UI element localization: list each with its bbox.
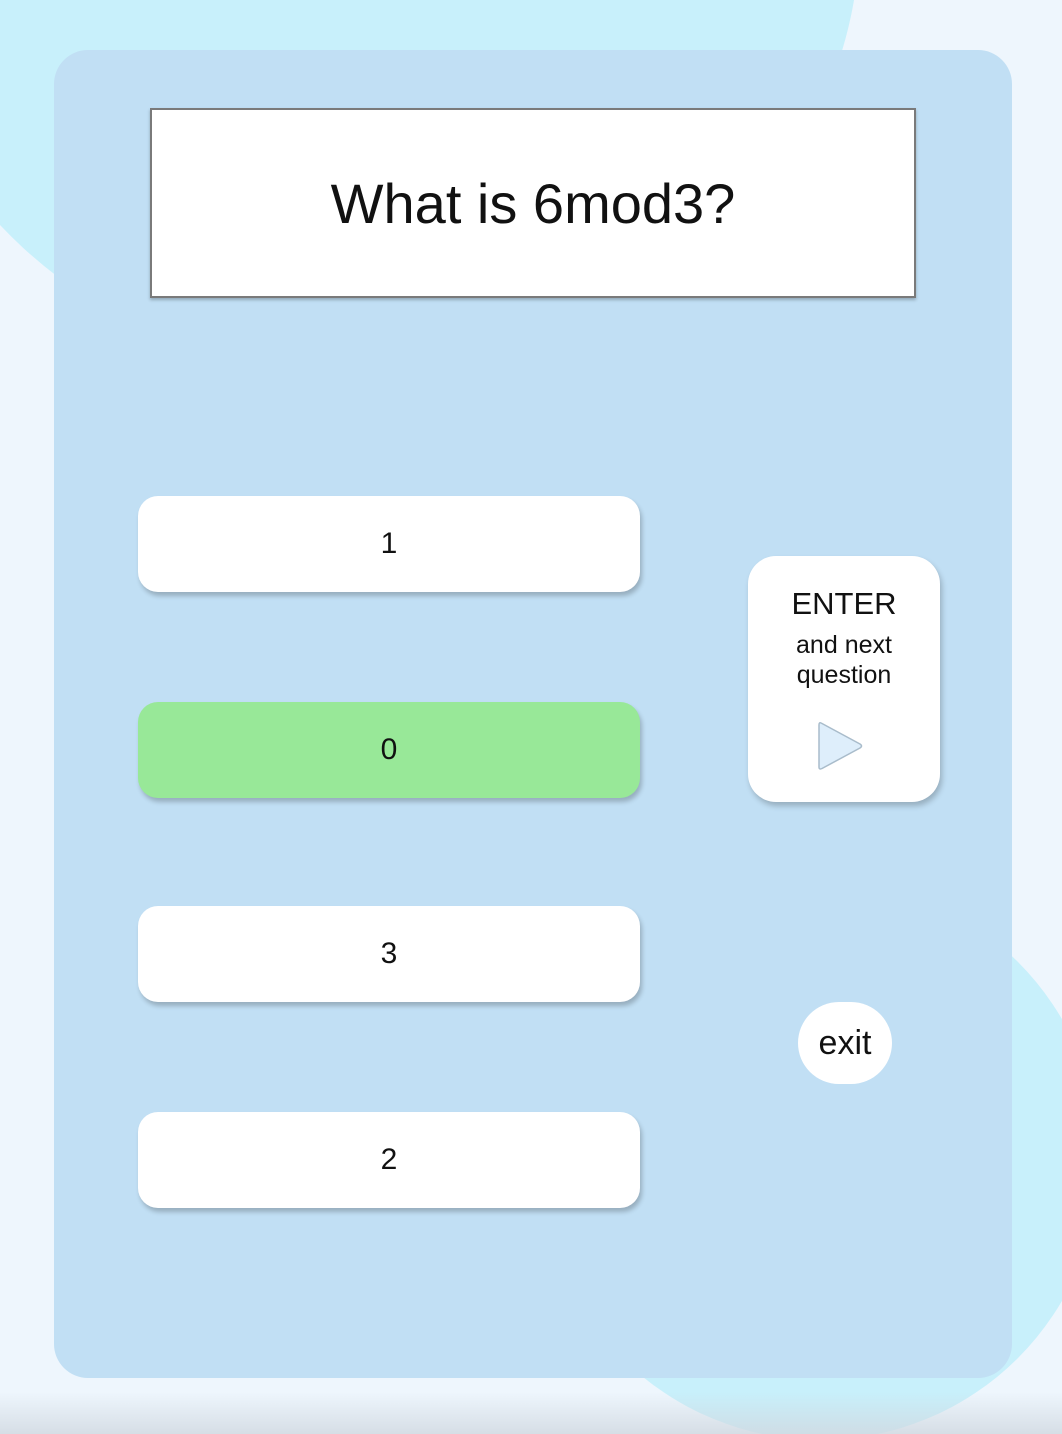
answer-option-label: 1 (380, 527, 398, 560)
quiz-card: What is 6mod3? 1 0 3 2 ENTER and next qu… (54, 50, 1012, 1378)
bottom-shade (0, 1392, 1062, 1434)
answer-option-4[interactable]: 2 (138, 1112, 640, 1208)
enter-next-question-button[interactable]: ENTER and next question (748, 556, 940, 802)
play-icon (818, 722, 863, 770)
exit-button-label: exit (818, 1023, 872, 1062)
quiz-page: What is 6mod3? 1 0 3 2 ENTER and next qu… (0, 0, 1062, 1434)
answer-option-label: 2 (380, 1143, 398, 1176)
enter-button-subtitle-line2: question (796, 661, 892, 689)
answer-option-label: 3 (380, 937, 398, 970)
answer-option-1[interactable]: 1 (138, 496, 640, 592)
answer-option-3[interactable]: 3 (138, 906, 640, 1002)
exit-button[interactable]: exit (798, 1002, 892, 1084)
enter-button-subtitle-line1: and next (796, 631, 892, 659)
enter-button-subtitle: and next question (748, 630, 940, 690)
question-text: What is 6mod3? (330, 171, 736, 235)
answer-option-label: 0 (380, 733, 398, 766)
question-box: What is 6mod3? (150, 108, 916, 298)
answer-option-2[interactable]: 0 (138, 702, 640, 798)
enter-button-title: ENTER (791, 586, 897, 621)
